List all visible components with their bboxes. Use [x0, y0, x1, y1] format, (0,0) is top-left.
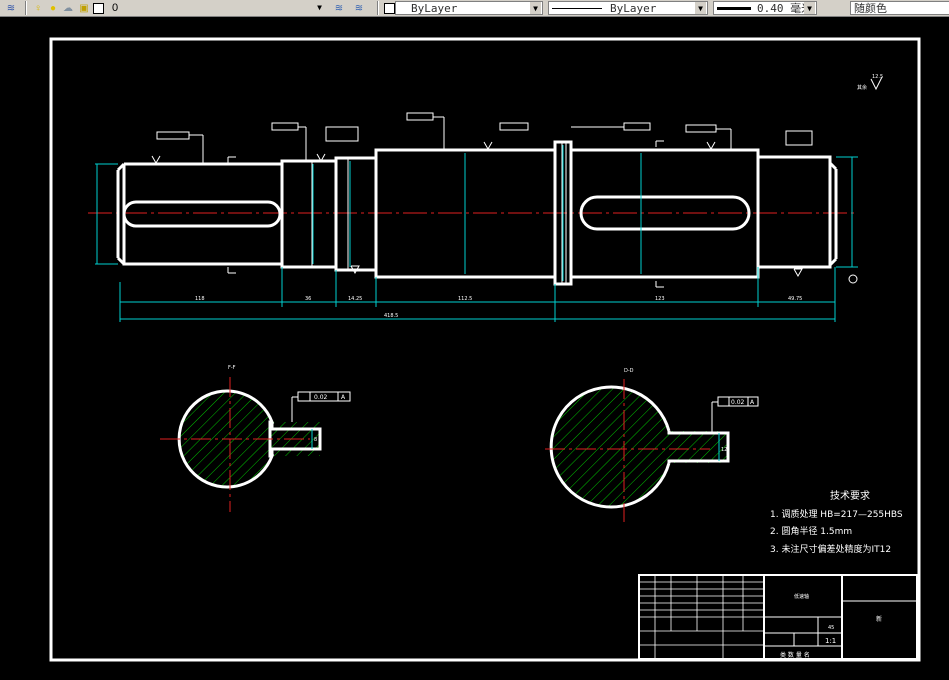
title-scale: 1:1	[825, 637, 836, 645]
color-control-dropdown[interactable]: ByLayer ▼	[395, 1, 543, 15]
dim-segment-5: 123	[655, 296, 665, 302]
title-part-name: 低速轴	[794, 593, 809, 600]
section-d-key-depth: 12	[721, 447, 727, 453]
color-control-value: ByLayer	[411, 1, 458, 15]
linetype-control-dropdown[interactable]: ByLayer ▼	[548, 1, 708, 15]
color-square-icon[interactable]	[93, 1, 104, 15]
linetype-sample	[552, 7, 602, 9]
sun-icon[interactable]: ●	[47, 1, 59, 15]
drawing-canvas[interactable]: 其余 12.5 118 36 14.25 112.5 123 49.75 418…	[0, 17, 949, 680]
plotstyle-control-value: 随颜色	[854, 2, 887, 15]
chevron-down-icon[interactable]: ▼	[530, 2, 541, 14]
lineweight-control-dropdown[interactable]: 0.40 毫米 ▼	[713, 1, 817, 15]
layer-previous-icon[interactable]: ≋	[333, 1, 345, 15]
tech-item-3: 3. 未注尺寸偏差处精度为IT12	[770, 543, 891, 555]
svg-text:12.5: 12.5	[872, 74, 883, 80]
lightbulb-icon[interactable]: ♀	[32, 1, 44, 15]
dim-segment-4: 112.5	[458, 296, 472, 302]
title-company: 类 数 量 名	[780, 651, 810, 659]
dim-segment-3: 14.25	[348, 296, 362, 302]
technical-requirements: 技术要求 1. 调质处理 HB=217—255HBS 2. 圆角半径 1.5mm…	[770, 489, 903, 555]
roughness-symbol-general: 其余 12.5	[857, 74, 883, 91]
datum-a-label: A	[341, 394, 346, 401]
layer-dropdown-arrow[interactable]: ▼	[300, 1, 326, 15]
section-f-label: F-F	[228, 365, 236, 371]
chevron-down-icon[interactable]: ▼	[804, 2, 815, 14]
freeze-viewport-icon[interactable]: ☁	[62, 1, 74, 15]
dim-segment-1: 118	[195, 296, 205, 302]
section-f-f: F-F 8 0.02 A	[160, 365, 351, 512]
shaft-main-view: 118 36 14.25 112.5 123 49.75 418.5	[88, 112, 858, 322]
plotstyle-control-dropdown[interactable]: 随颜色	[850, 1, 949, 15]
svg-text:其余: 其余	[857, 84, 867, 91]
layer-match-icon[interactable]: ≋	[353, 1, 365, 15]
color-swatch-icon	[384, 1, 395, 15]
title-material: 45	[828, 625, 834, 631]
dim-segment-6: 49.75	[788, 296, 802, 302]
tech-item-1: 1. 调质处理 HB=217—255HBS	[770, 508, 903, 520]
layers-icon[interactable]: ≋	[5, 1, 17, 15]
dim-segment-2: 36	[305, 296, 311, 302]
tolerance-f-value: 0.02	[314, 394, 328, 401]
tolerance-d-value: 0.02	[731, 399, 745, 406]
section-d-label: D-D	[624, 368, 634, 374]
tech-item-2: 2. 圆角半径 1.5mm	[770, 525, 852, 537]
section-f-key-depth: 8	[314, 437, 317, 443]
lock-icon[interactable]: ▣	[78, 1, 90, 15]
dim-overall-length: 418.5	[384, 313, 398, 319]
tech-title: 技术要求	[830, 489, 870, 502]
title-school: 新	[876, 615, 882, 623]
linetype-control-value: ByLayer	[610, 1, 657, 15]
section-d-d: D-D 12 0.02 A	[545, 368, 759, 522]
lineweight-sample	[717, 6, 751, 10]
chevron-down-icon[interactable]: ▼	[695, 2, 706, 14]
layer-name-label: 0	[112, 2, 119, 14]
properties-toolbar: ≋ ♀ ● ☁ ▣ 0 ▼ ≋ ≋ ByLayer ▼ ByLayer ▼ 0.40…	[0, 0, 949, 17]
datum-a-label-d: A	[750, 399, 755, 406]
